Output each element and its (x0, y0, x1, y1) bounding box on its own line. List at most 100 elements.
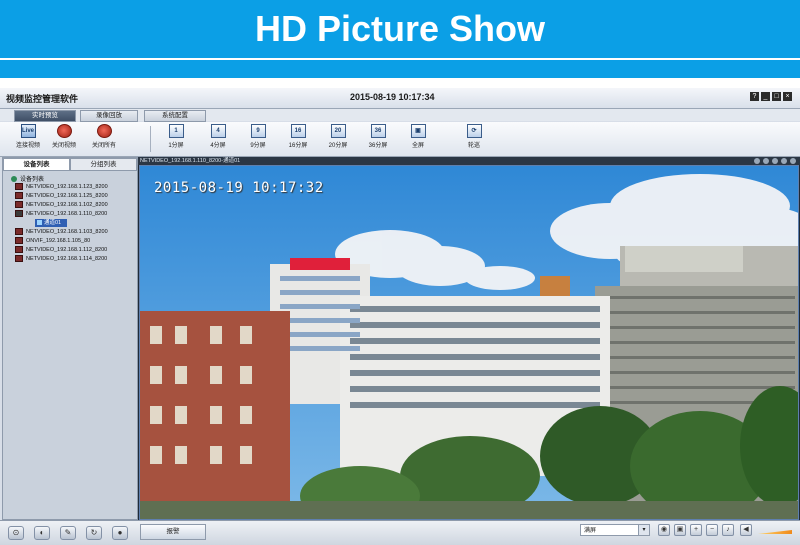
split-16-icon: 16 (290, 124, 306, 138)
device-tree: 设备列表 NETVIDEO_192.168.1.123_8200 NETVIDE… (3, 171, 137, 519)
video-area: NETVIDEO_192.168.1.110_8200-通道01 2015-08… (138, 157, 800, 520)
channel-icon (37, 220, 42, 226)
camera-view: 2015-08-19 10:17:32 (140, 166, 798, 519)
tree-channel-label: 通道01 (44, 220, 62, 226)
settings-icon[interactable]: ✎ (60, 526, 76, 540)
record-icon[interactable]: ↻ (86, 526, 102, 540)
help-button[interactable]: ? (750, 92, 759, 101)
window-controls: ? _ □ × (750, 92, 792, 101)
promo-banner: HD Picture Show (0, 0, 800, 78)
main-tabs: 实时预览 录像回放 系统配置 (0, 109, 800, 122)
chevron-down-icon: ▾ (638, 525, 649, 535)
split-9-label: 9分屏 (250, 143, 266, 149)
split-20-label: 20分屏 (328, 143, 348, 149)
record-button-icon[interactable]: ▣ (674, 524, 686, 536)
tree-device-label: NETVIDEO_192.168.1.123_8200 (26, 184, 108, 190)
minimize-button[interactable]: _ (761, 92, 770, 101)
connect-video-button[interactable]: Live 连接视频 (8, 124, 48, 149)
tab-live-preview[interactable]: 实时预览 (14, 110, 76, 122)
speaker-button-icon[interactable]: ♪ (722, 524, 734, 536)
system-datetime: 2015-08-19 10:17:34 (350, 92, 435, 102)
tree-device-label: NETVIDEO_192.168.1.125_8200 (26, 193, 108, 199)
device-panel-tabs: 设备列表 分组列表 (3, 158, 137, 171)
camera-icon (15, 237, 23, 245)
close-video-button[interactable]: 关闭视频 (44, 124, 84, 149)
fullscreen-icon: ▣ (410, 124, 426, 138)
snapshot-button-icon[interactable]: ◉ (658, 524, 670, 536)
split-16-button[interactable]: 16 16分屏 (278, 124, 318, 149)
split-1-button[interactable]: 1 1分屏 (156, 124, 196, 149)
tab-system-config[interactable]: 系统配置 (144, 110, 206, 122)
globe-icon (11, 176, 17, 183)
split-4-icon: 4 (210, 124, 226, 138)
tree-channel[interactable]: 通道01 (35, 219, 67, 227)
bottom-bar: ⊙ ◐ ✎ ↻ ● 报警 满屏 ▾ ◉ ▣ + − ♪ ◀ (0, 520, 800, 545)
close-all-button[interactable]: 关闭所有 (84, 124, 124, 149)
close-channel-icon[interactable] (790, 158, 796, 164)
split-4-button[interactable]: 4 4分屏 (198, 124, 238, 149)
camera-icon (15, 210, 23, 218)
device-panel: 设备列表 分组列表 设备列表 NETVIDEO_192.168.1.123_82… (2, 157, 138, 520)
tree-device-label: NETVIDEO_192.168.1.114_8200 (26, 256, 108, 262)
ptz-icon[interactable]: ⊙ (8, 526, 24, 540)
zoom-out-icon[interactable] (763, 158, 769, 164)
tree-device[interactable]: NETVIDEO_192.168.1.103_8200 (15, 228, 108, 236)
tree-device[interactable]: NETVIDEO_192.168.1.110_8200 (15, 210, 107, 218)
tab-playback[interactable]: 录像回放 (80, 110, 138, 122)
connect-video-label: 连接视频 (15, 143, 40, 149)
alarm-button[interactable]: 报警 (140, 524, 206, 540)
cruise-label: 轮巡 (467, 143, 480, 149)
zoom-in-icon[interactable] (754, 158, 760, 164)
tree-device-label: NETVIDEO_192.168.1.103_8200 (26, 229, 108, 235)
tree-device[interactable]: NETVIDEO_192.168.1.112_8200 (15, 246, 107, 254)
camera-icon (15, 246, 23, 254)
split-20-icon: 20 (330, 124, 346, 138)
camera-icon (15, 228, 23, 236)
stretch-select[interactable]: 满屏 ▾ (580, 524, 650, 536)
fullscreen-button[interactable]: ▣ 全屏 (398, 124, 438, 149)
tree-device[interactable]: NETVIDEO_192.168.1.123_8200 (15, 183, 108, 191)
tree-device[interactable]: NETVIDEO_192.168.1.125_8200 (15, 192, 108, 200)
zoom-in-button-icon[interactable]: + (690, 524, 702, 536)
tab-device-list[interactable]: 设备列表 (3, 158, 70, 171)
maximize-button[interactable]: □ (772, 92, 781, 101)
tree-device[interactable]: NETVIDEO_192.168.1.114_8200 (15, 255, 107, 263)
close-all-icon (96, 124, 112, 138)
close-all-label: 关闭所有 (91, 143, 116, 149)
split-36-icon: 36 (370, 124, 386, 138)
video-feed[interactable]: 2015-08-19 10:17:32 (139, 165, 799, 520)
stop-icon[interactable]: ● (112, 526, 128, 540)
toolbar: Live 连接视频 关闭视频 关闭所有 1 1分屏 4 4分屏 9 9分屏 16… (0, 122, 800, 157)
split-36-button[interactable]: 36 36分屏 (358, 124, 398, 149)
cruise-icon: ⟳ (466, 124, 482, 138)
tree-device[interactable]: NETVIDEO_192.168.1.102_8200 (15, 201, 108, 209)
camera-icon (15, 201, 23, 209)
snapshot-icon[interactable] (781, 158, 787, 164)
video-caption: NETVIDEO_192.168.1.110_8200-通道01 (140, 158, 241, 164)
tree-device-label: NETVIDEO_192.168.1.112_8200 (26, 247, 108, 253)
split-36-label: 36分屏 (368, 143, 388, 149)
tree-root[interactable]: 设备列表 (11, 174, 44, 183)
split-9-button[interactable]: 9 9分屏 (238, 124, 278, 149)
stretch-select-value: 满屏 (584, 528, 597, 534)
zoom-out-button-icon[interactable]: − (706, 524, 718, 536)
tree-device-label: NETVIDEO_192.168.1.102_8200 (26, 202, 108, 208)
split-1-label: 1分屏 (168, 143, 184, 149)
app-title: 视频监控管理软件 (6, 94, 79, 104)
tree-device-label: NETVIDEO_192.168.1.110_8200 (26, 211, 108, 217)
split-4-label: 4分屏 (210, 143, 226, 149)
building-left (140, 311, 290, 519)
volume-icon[interactable]: ◀ (740, 524, 752, 536)
tree-device-label: ONVIF_192.168.1.105_80 (26, 238, 91, 244)
tab-group-list[interactable]: 分组列表 (70, 158, 137, 171)
tree-device[interactable]: ONVIF_192.168.1.105_80 (15, 237, 90, 245)
color-icon[interactable]: ◐ (34, 526, 50, 540)
fullscreen-label: 全屏 (411, 143, 424, 149)
title-bar: 视频监控管理软件 2015-08-19 10:17:34 ? _ □ × (0, 88, 800, 109)
audio-icon[interactable] (772, 158, 778, 164)
split-20-button[interactable]: 20 20分屏 (318, 124, 358, 149)
cruise-button[interactable]: ⟳ 轮巡 (454, 124, 494, 149)
volume-slider[interactable] (758, 530, 792, 534)
close-button[interactable]: × (783, 92, 792, 101)
banner-title: HD Picture Show (254, 8, 546, 49)
